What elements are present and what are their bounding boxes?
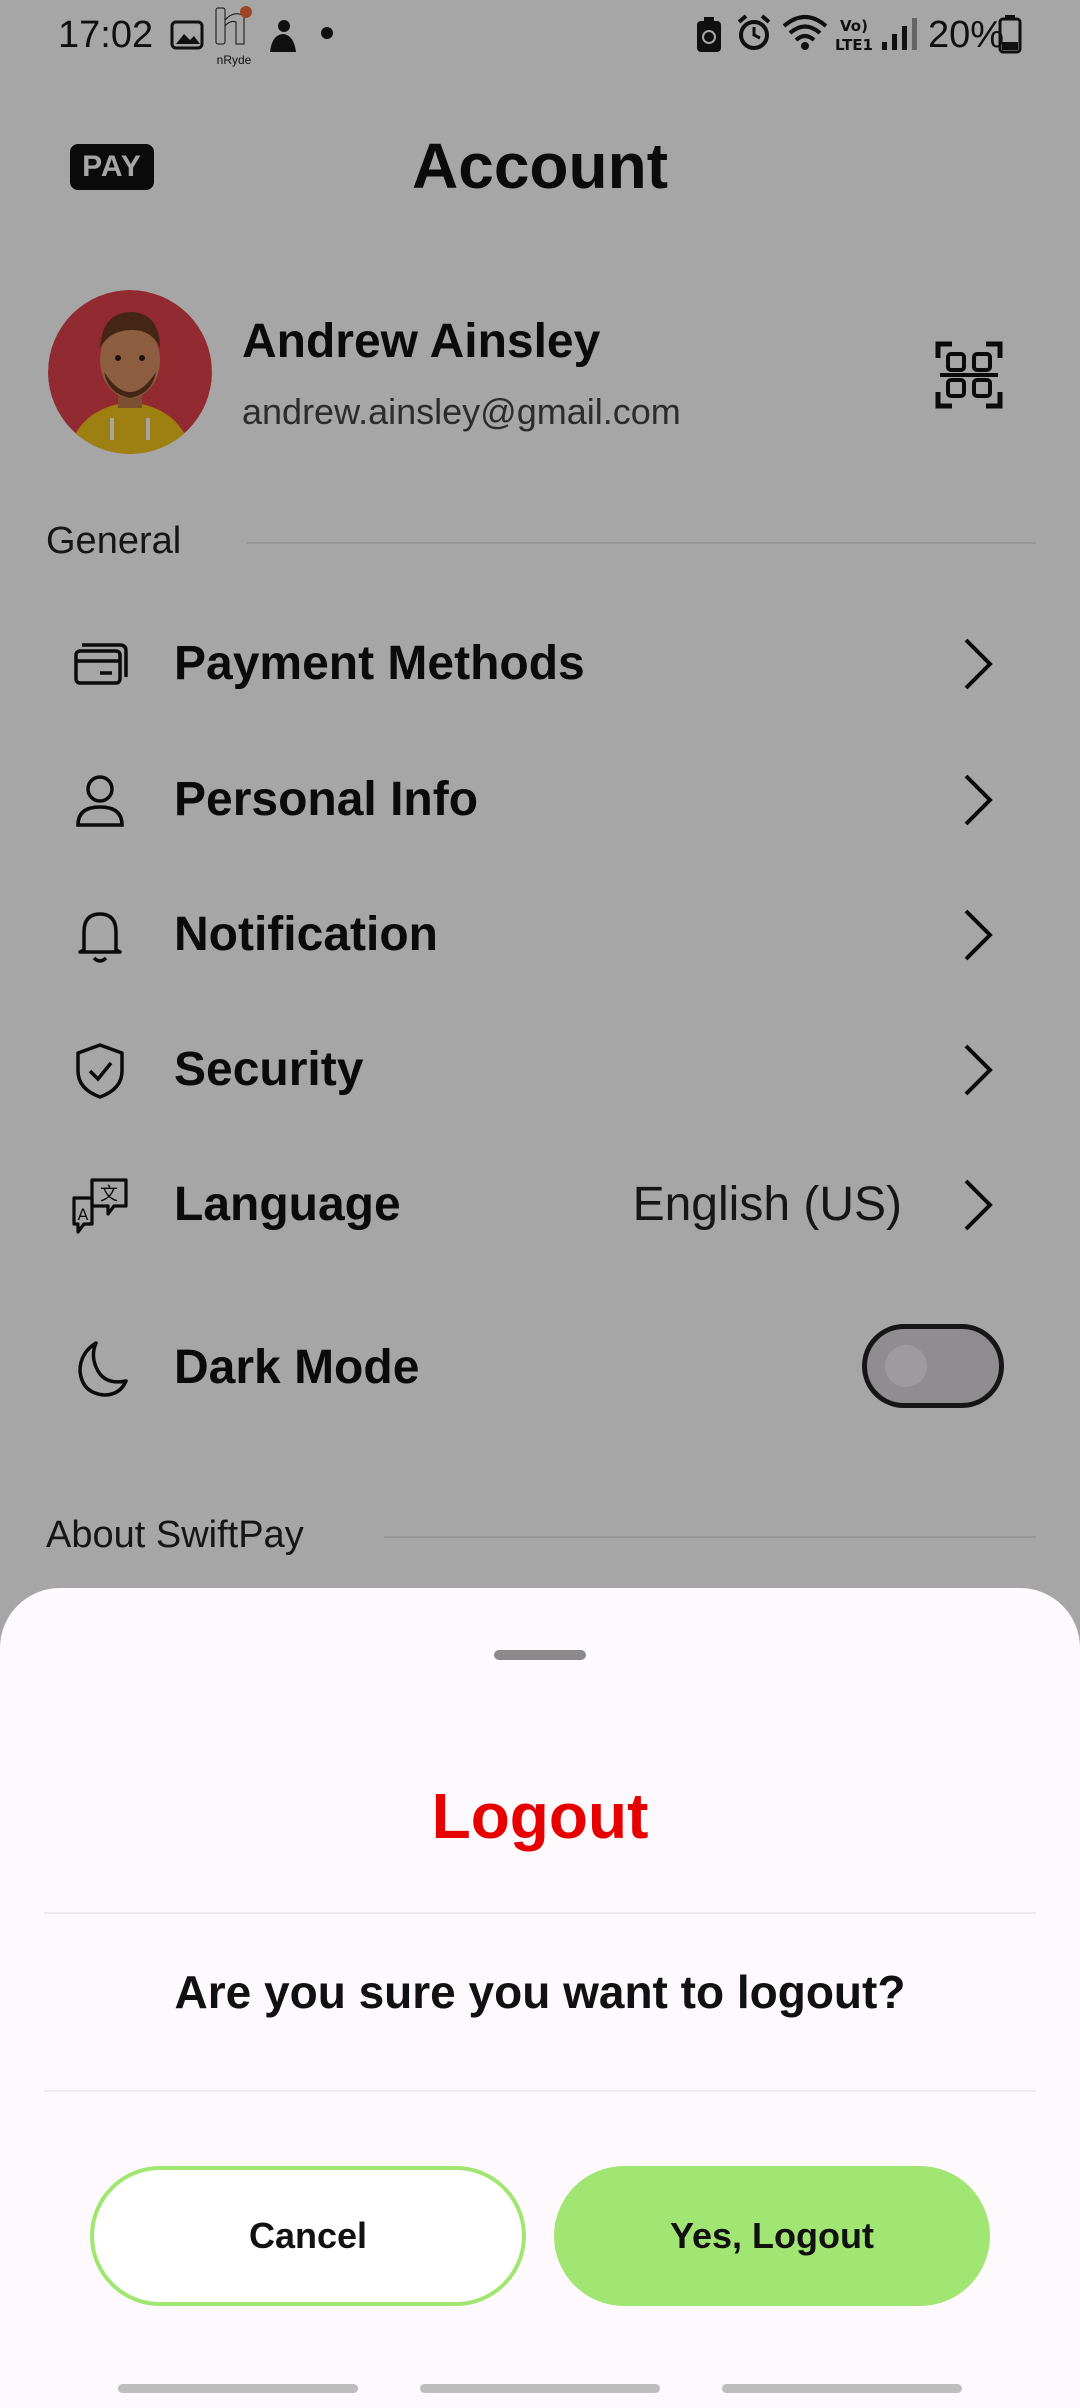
logout-bottom-sheet: Logout Are you sure you want to logout? …	[0, 1588, 1080, 2408]
logout-title: Logout	[431, 1780, 649, 1852]
nav-back[interactable]	[722, 2384, 962, 2393]
nav-recents[interactable]	[118, 2384, 358, 2393]
sheet-drag-handle[interactable]	[494, 1650, 586, 1660]
confirm-logout-button[interactable]: Yes, Logout	[554, 2166, 990, 2306]
sheet-divider-top	[44, 1912, 1036, 1914]
cancel-button[interactable]: Cancel	[90, 2166, 526, 2306]
logout-message: Are you sure you want to logout?	[174, 1966, 906, 2018]
sheet-divider-bottom	[44, 2090, 1036, 2092]
nav-home[interactable]	[420, 2384, 660, 2393]
